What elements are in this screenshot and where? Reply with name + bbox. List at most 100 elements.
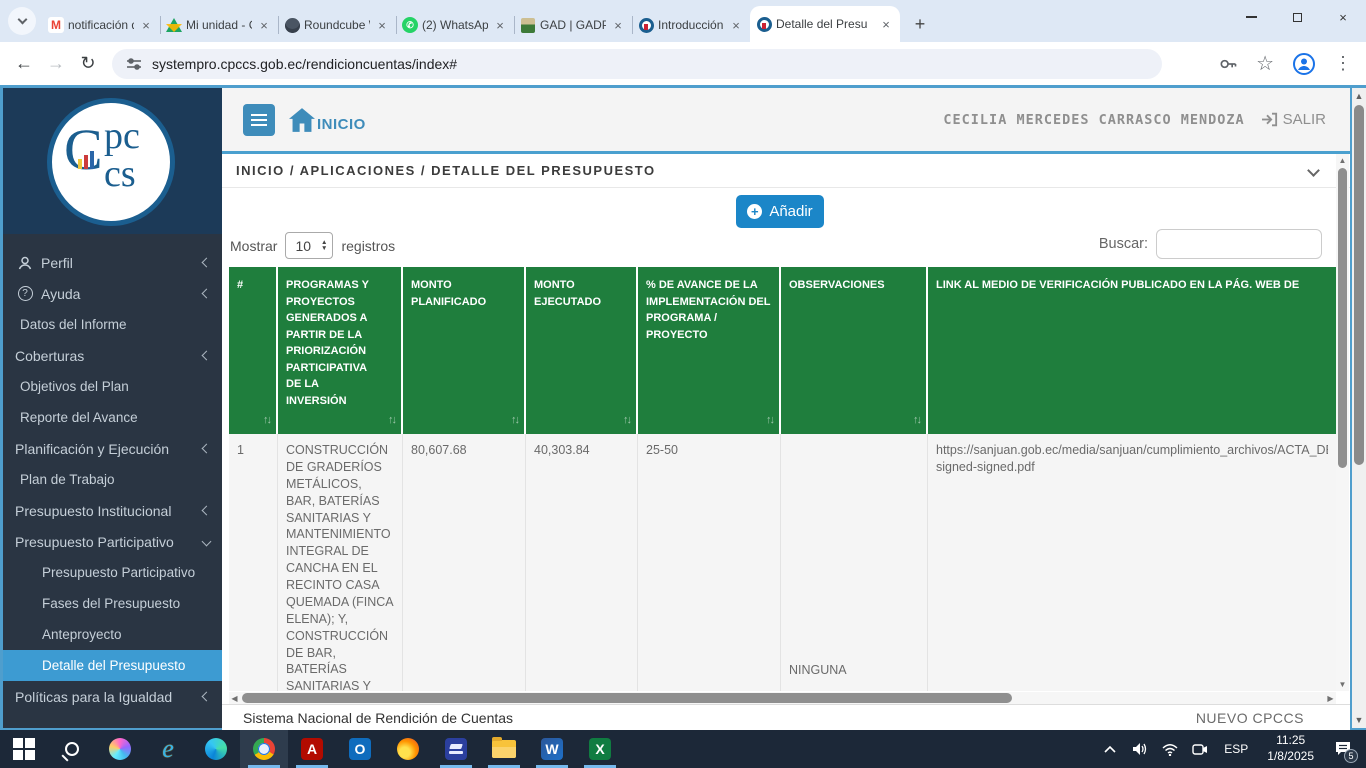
- tab-search-button[interactable]: [8, 7, 36, 35]
- sidebar-item-ayuda[interactable]: ? Ayuda: [3, 278, 222, 309]
- menu-toggle-button[interactable]: [243, 104, 275, 136]
- profile-avatar-icon[interactable]: [1292, 52, 1316, 76]
- sidebar-item-objetivos-plan[interactable]: Objetivos del Plan: [3, 371, 222, 402]
- maximize-button[interactable]: [1274, 0, 1320, 34]
- taskbar-file-explorer[interactable]: [480, 730, 528, 768]
- taskbar-search-button[interactable]: [48, 730, 96, 768]
- url-bar[interactable]: systempro.cpccs.gob.ec/rendicioncuentas/…: [112, 49, 1162, 79]
- taskbar-internet-explorer[interactable]: e: [144, 730, 192, 768]
- sidebar-item-perfil[interactable]: Perfil: [3, 247, 222, 278]
- sidebar-item-datos-informe[interactable]: Datos del Informe: [3, 309, 222, 340]
- sidebar-item-label: Detalle del Presupuesto: [42, 658, 185, 673]
- column-header-monto-ejecutado[interactable]: MONTO EJECUTADO↑↓: [526, 267, 638, 434]
- column-header-num[interactable]: #↑↓: [229, 267, 278, 434]
- tab-close-icon[interactable]: ×: [138, 18, 154, 33]
- tab-close-icon[interactable]: ×: [256, 18, 272, 33]
- sidebar-item-reporte-avance[interactable]: Reporte del Avance: [3, 402, 222, 433]
- tab-close-icon[interactable]: ×: [878, 17, 894, 32]
- tab-whatsapp[interactable]: ✆ (2) WhatsApp ×: [396, 8, 514, 42]
- notification-center-button[interactable]: 5: [1326, 730, 1360, 768]
- taskbar-acrobat[interactable]: A: [288, 730, 336, 768]
- reload-button[interactable]: ↻: [72, 53, 104, 74]
- search-input[interactable]: [1156, 229, 1322, 259]
- sort-icon[interactable]: ↑↓: [623, 412, 630, 429]
- tab-gmail[interactable]: M notificación de n ×: [42, 8, 160, 42]
- sort-icon[interactable]: ↑↓: [388, 412, 395, 429]
- tab-detalle-presupuesto-active[interactable]: Detalle del Presu ×: [750, 6, 900, 42]
- tab-introduccion[interactable]: Introducción | Re ×: [632, 8, 750, 42]
- scroll-down-icon[interactable]: ▼: [1352, 715, 1366, 725]
- browser-scroll-thumb[interactable]: [1354, 105, 1364, 465]
- browser-scrollbar[interactable]: ▲ ▼: [1352, 88, 1366, 728]
- horizontal-scroll-thumb[interactable]: [242, 693, 1012, 703]
- taskbar-scanner[interactable]: [432, 730, 480, 768]
- meet-now-button[interactable]: [1187, 730, 1213, 768]
- tab-close-icon[interactable]: ×: [492, 18, 508, 33]
- sidebar-item-presupuesto-participativo[interactable]: Presupuesto Participativo: [3, 526, 222, 557]
- scroll-left-icon[interactable]: ◀: [229, 694, 240, 703]
- column-header-monto-planificado[interactable]: MONTO PLANIFICADO↑↓: [403, 267, 526, 434]
- tab-roundcube[interactable]: Roundcube Web ×: [278, 8, 396, 42]
- password-key-icon[interactable]: [1218, 54, 1238, 74]
- taskbar-edge[interactable]: [192, 730, 240, 768]
- browser-menu-icon[interactable]: ⋮: [1334, 53, 1352, 74]
- taskbar-excel[interactable]: X: [576, 730, 624, 768]
- sidebar-item-plan-trabajo[interactable]: Plan de Trabajo: [3, 464, 222, 495]
- inner-scroll-thumb[interactable]: [1338, 168, 1347, 468]
- taskbar-firefox[interactable]: [384, 730, 432, 768]
- column-header-observaciones[interactable]: OBSERVACIONES↑↓: [781, 267, 928, 434]
- column-header-programa[interactable]: PROGRAMAS Y PROYECTOS GENERADOS A PARTIR…: [278, 267, 403, 434]
- whatsapp-icon: ✆: [402, 17, 418, 33]
- tab-close-icon[interactable]: ×: [728, 18, 744, 33]
- add-button[interactable]: + Añadir: [736, 195, 824, 228]
- taskbar-outlook[interactable]: O: [336, 730, 384, 768]
- scroll-down-icon[interactable]: ▼: [1336, 680, 1349, 689]
- sort-icon[interactable]: ↑↓: [263, 412, 270, 429]
- sort-icon[interactable]: ↑↓: [766, 412, 773, 429]
- new-tab-button[interactable]: +: [906, 10, 934, 38]
- taskbar-word[interactable]: W: [528, 730, 576, 768]
- sidebar-item-politicas-igualdad[interactable]: Políticas para la Igualdad: [3, 681, 222, 712]
- sidebar-item-coberturas[interactable]: Coberturas: [3, 340, 222, 371]
- page-size-select[interactable]: 10 ▲▼: [285, 232, 333, 259]
- volume-button[interactable]: [1127, 730, 1153, 768]
- sidebar-subitem-anteproyecto[interactable]: Anteproyecto: [3, 619, 222, 650]
- close-button[interactable]: ×: [1320, 0, 1366, 34]
- forward-button[interactable]: →: [40, 53, 72, 74]
- scroll-right-icon[interactable]: ▶: [1325, 694, 1336, 703]
- scroll-up-icon[interactable]: ▲: [1352, 91, 1366, 101]
- tab-gad[interactable]: GAD | GADPR Sa ×: [514, 8, 632, 42]
- sidebar-subitem-presupuesto-participativo[interactable]: Presupuesto Participativo: [3, 557, 222, 588]
- network-button[interactable]: [1157, 730, 1183, 768]
- collapse-chevron-icon[interactable]: [1307, 164, 1320, 177]
- language-indicator[interactable]: ESP: [1217, 742, 1255, 756]
- taskbar-copilot[interactable]: [96, 730, 144, 768]
- url-text[interactable]: systempro.cpccs.gob.ec/rendicioncuentas/…: [152, 56, 457, 72]
- clock[interactable]: 11:25 1/8/2025: [1259, 733, 1322, 764]
- sort-icon[interactable]: ↑↓: [913, 412, 920, 429]
- sort-icon[interactable]: ↑↓: [511, 412, 518, 429]
- horizontal-scrollbar[interactable]: ◀ ▶: [229, 692, 1336, 704]
- sidebar-subitem-detalle-presupuesto[interactable]: Detalle del Presupuesto: [3, 650, 222, 681]
- logout-button[interactable]: SALIR: [1261, 111, 1326, 128]
- column-header-avance[interactable]: % DE AVANCE DE LA IMPLEMENTACIÓN DEL PRO…: [638, 267, 781, 434]
- tab-close-icon[interactable]: ×: [610, 18, 626, 33]
- link-line[interactable]: signed-signed.pdf: [936, 459, 1328, 476]
- sidebar-subitem-fases-presupuesto[interactable]: Fases del Presupuesto: [3, 588, 222, 619]
- sidebar-item-planificacion[interactable]: Planificación y Ejecución: [3, 433, 222, 464]
- tab-drive[interactable]: Mi unidad - Goo ×: [160, 8, 278, 42]
- tray-expand-button[interactable]: [1097, 730, 1123, 768]
- back-button[interactable]: ←: [8, 53, 40, 74]
- scroll-up-icon[interactable]: ▲: [1336, 156, 1349, 165]
- sidebar-item-presupuesto-institucional[interactable]: Presupuesto Institucional: [3, 495, 222, 526]
- bookmark-star-icon[interactable]: ☆: [1256, 51, 1274, 76]
- tab-close-icon[interactable]: ×: [374, 18, 390, 33]
- column-header-link[interactable]: LINK AL MEDIO DE VERIFICACIÓN PUBLICADO …: [928, 267, 1336, 434]
- minimize-button[interactable]: [1228, 0, 1274, 34]
- link-line[interactable]: https://sanjuan.gob.ec/media/sanjuan/cum…: [936, 442, 1328, 459]
- site-info-icon[interactable]: [126, 56, 142, 72]
- taskbar-chrome[interactable]: [240, 730, 288, 768]
- inner-vertical-scrollbar[interactable]: ▲ ▼: [1336, 154, 1349, 691]
- start-button[interactable]: [0, 730, 48, 768]
- home-link[interactable]: INICIO: [287, 107, 366, 133]
